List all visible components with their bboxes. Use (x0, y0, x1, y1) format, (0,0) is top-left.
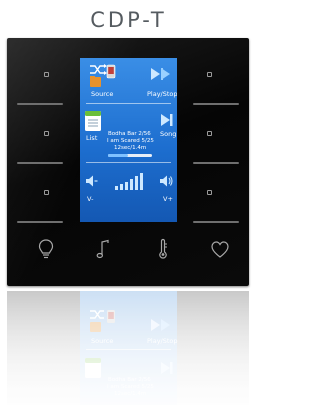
left-key-2-led[interactable] (44, 131, 49, 136)
left-key-2-bar (17, 162, 63, 164)
right-key-2-led[interactable] (207, 131, 212, 136)
track-line: Bodha Bar 2/56 (108, 131, 151, 137)
next-song-icon[interactable] (160, 113, 174, 127)
right-key-2-bar (193, 162, 239, 164)
source-icon[interactable] (88, 62, 118, 88)
play-stop-icon[interactable] (150, 66, 172, 82)
volume-down-label[interactable]: V- (87, 195, 93, 203)
song-line: I am Scared 5/25 (107, 138, 154, 144)
heart-icon[interactable] (210, 239, 230, 261)
volume-down-icon[interactable] (85, 174, 99, 188)
left-key-1-bar (17, 103, 63, 105)
list-icon[interactable] (84, 110, 102, 132)
right-key-3-bar (193, 221, 239, 223)
volume-level-icon (115, 173, 143, 190)
right-key-1-bar (193, 103, 239, 105)
left-key-3-led[interactable] (44, 190, 49, 195)
play-stop-label[interactable]: Play/Stop (147, 90, 177, 98)
thermometer-icon[interactable] (154, 238, 172, 260)
list-label[interactable]: List (86, 134, 97, 142)
left-key-3-bar (17, 221, 63, 223)
right-key-3-led[interactable] (207, 190, 212, 195)
right-key-1-led[interactable] (207, 72, 212, 77)
time-line: 12sec/1.4m (114, 145, 147, 151)
panel-reflection: Source Play/Stop Bodha Bar 2/56 I am Sca… (7, 291, 249, 405)
lcd-screen: Source Play/Stop List Song Bodha Bar 2/5… (80, 58, 177, 222)
song-label[interactable]: Song (160, 130, 176, 138)
source-label[interactable]: Source (91, 90, 113, 98)
light-bulb-icon[interactable] (37, 238, 55, 260)
product-image: CDP-T Source Play/Stop List Song Bodha B… (0, 0, 257, 405)
progress-fill (108, 154, 128, 157)
music-note-icon[interactable] (95, 238, 113, 260)
product-title: CDP-T (90, 8, 167, 32)
volume-up-label[interactable]: V+ (163, 195, 173, 203)
reflection-fade (7, 291, 249, 405)
left-key-1-led[interactable] (44, 72, 49, 77)
volume-up-icon[interactable] (159, 174, 174, 188)
screen-divider-top (86, 103, 171, 104)
screen-divider-bottom (86, 162, 171, 163)
